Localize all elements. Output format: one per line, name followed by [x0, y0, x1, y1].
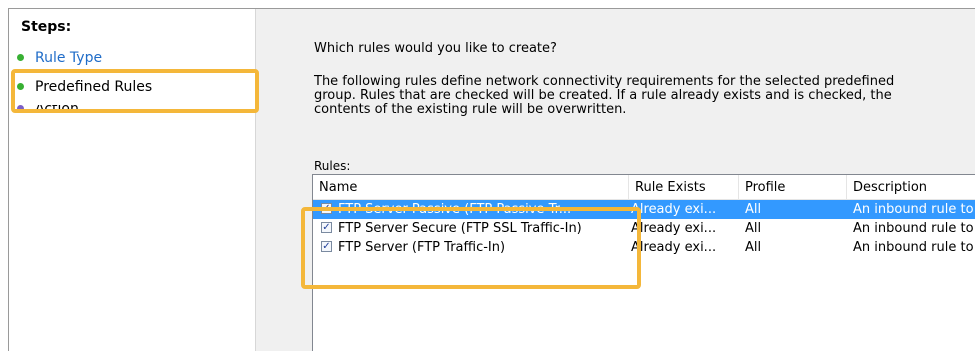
rules-label: Rules:	[314, 159, 351, 173]
content-pane: Which rules would you like to create? Th…	[256, 9, 975, 351]
rule-profile: All	[745, 240, 762, 255]
table-row[interactable]: ✓ FTP Server Passive (FTP Passive Tr... …	[313, 200, 975, 219]
table-row[interactable]: ✓ FTP Server (FTP Traffic-In) Already ex…	[313, 238, 975, 257]
rule-description: An inbound rule to	[853, 221, 974, 236]
step-label: Predefined Rules	[35, 79, 153, 95]
rule-description: An inbound rule to	[853, 202, 974, 217]
step-status-dot-icon	[17, 82, 24, 90]
description-line: contents of the existing rule will be ov…	[314, 102, 627, 117]
rule-checkbox[interactable]: ✓	[321, 203, 332, 214]
step-label: Rule Type	[35, 50, 103, 66]
steps-panel: Steps: Rule Type Predefined Rules Action	[9, 9, 256, 351]
rule-profile: All	[745, 221, 762, 236]
step-rule-type[interactable]: Rule Type	[17, 48, 102, 68]
table-row[interactable]: ✓ FTP Server Secure (FTP SSL Traffic-In)…	[313, 219, 975, 238]
steps-title: Steps:	[21, 19, 72, 35]
rule-exists: Already exi...	[631, 240, 717, 255]
column-header-description[interactable]: Description	[847, 175, 975, 199]
description-line: group. Rules that are checked will be cr…	[314, 88, 892, 103]
page-question: Which rules would you like to create?	[314, 41, 557, 56]
description-line: The following rules define network conne…	[314, 74, 895, 89]
rule-name: FTP Server (FTP Traffic-In)	[338, 240, 506, 255]
rule-description: An inbound rule to	[853, 240, 974, 255]
rule-checkbox[interactable]: ✓	[321, 241, 332, 252]
column-header-rule-exists[interactable]: Rule Exists	[629, 175, 739, 199]
rule-checkbox[interactable]: ✓	[321, 222, 332, 233]
list-header: Name Rule Exists Profile Description	[313, 175, 975, 200]
rule-profile: All	[745, 202, 762, 217]
rule-exists: Already exi...	[631, 202, 717, 217]
rule-name: FTP Server Passive (FTP Passive Tr...	[338, 202, 572, 217]
step-status-dot-icon	[17, 53, 24, 61]
rule-exists: Already exi...	[631, 221, 717, 236]
rule-name: FTP Server Secure (FTP SSL Traffic-In)	[338, 221, 582, 236]
step-predefined-rules[interactable]: Predefined Rules	[17, 77, 152, 97]
column-header-profile[interactable]: Profile	[739, 175, 847, 199]
step-status-dot-icon	[17, 105, 24, 112]
rules-list[interactable]: Name Rule Exists Profile Description ✓ F…	[312, 174, 975, 351]
wizard-window: Steps: Rule Type Predefined Rules Action…	[8, 8, 975, 351]
page-description: The following rules define network conne…	[314, 75, 964, 117]
step-label: Action	[35, 105, 79, 117]
column-header-name[interactable]: Name	[313, 175, 629, 199]
step-action[interactable]: Action	[17, 105, 79, 117]
